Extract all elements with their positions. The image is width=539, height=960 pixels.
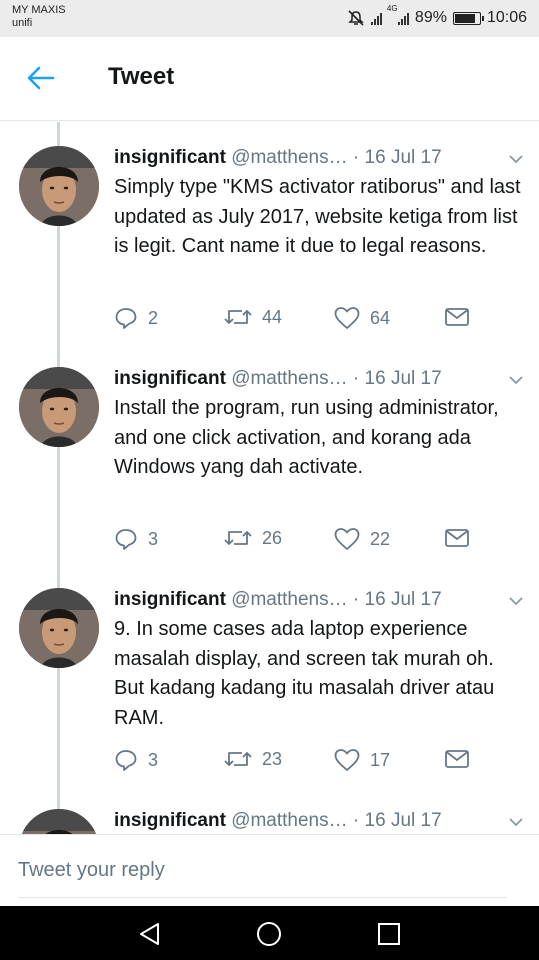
author-handle[interactable]: @matthens… <box>231 810 347 831</box>
battery-icon <box>452 11 484 25</box>
envelope-icon <box>445 750 469 768</box>
chevron-down-icon[interactable] <box>508 374 524 386</box>
envelope-icon <box>445 529 469 547</box>
tweet[interactable]: insignificant @matthens… · 16 Jul 17 9. … <box>0 564 539 785</box>
nav-recents-icon[interactable] <box>375 920 403 948</box>
tweet-meta: insignificant @matthens… · 16 Jul 17 <box>114 807 524 834</box>
tweet-text: Install the program, run using administr… <box>114 397 499 478</box>
reply-button[interactable]: 2 <box>114 306 158 330</box>
direct-message-button[interactable] <box>444 527 470 549</box>
like-count: 22 <box>370 528 391 549</box>
tweet-body: insignificant @matthens… · 16 Jul 17 9. … <box>114 586 524 733</box>
avatar[interactable] <box>19 809 99 834</box>
signal-4g-icon: 4G <box>387 4 409 25</box>
status-bar: MY MAXIS unifi 4G 89% 10:06 <box>0 0 539 37</box>
retweet-button[interactable]: 23 <box>224 748 282 770</box>
author-name[interactable]: insignificant <box>114 147 226 168</box>
separator: · <box>347 810 365 831</box>
retweet-count: 26 <box>262 527 283 548</box>
separator: · <box>347 589 365 610</box>
like-count: 17 <box>370 749 391 770</box>
tweet-date[interactable]: 16 Jul 17 <box>365 589 442 610</box>
tweet-body: insignificant @matthens… · 16 Jul 17 Sim… <box>114 144 524 262</box>
reply-icon <box>115 308 137 329</box>
retweet-icon <box>224 752 252 766</box>
tweet-body: insignificant @matthens… · 16 Jul 17 <box>114 807 524 834</box>
app-header: Tweet <box>0 37 539 121</box>
chevron-down-icon[interactable] <box>508 595 524 607</box>
author-handle[interactable]: @matthens… <box>231 147 347 168</box>
reply-count: 3 <box>148 528 159 549</box>
like-button[interactable]: 17 <box>334 748 390 772</box>
reply-bar: Tweet your reply <box>0 834 539 906</box>
tweet-actions: 3 23 17 <box>114 748 534 778</box>
tweet-actions: 3 26 22 <box>114 527 534 557</box>
status-icons: 4G 89% 10:06 <box>347 4 527 29</box>
author-name[interactable]: insignificant <box>114 368 226 389</box>
tweet-text: 9. In some cases ada laptop experience m… <box>114 618 495 729</box>
network-type-label: 4G <box>386 4 398 13</box>
heart-icon <box>334 749 360 771</box>
like-button[interactable]: 64 <box>334 306 390 330</box>
separator: · <box>347 368 365 389</box>
tweet-meta: insignificant @matthens… · 16 Jul 17 <box>114 365 524 393</box>
mute-icon <box>348 10 364 26</box>
arrow-left-icon[interactable] <box>26 64 56 92</box>
nav-home-icon[interactable] <box>255 920 283 948</box>
reply-icon <box>115 529 137 550</box>
carrier-name: MY MAXIS <box>12 4 66 16</box>
signal-icon <box>370 11 382 25</box>
reply-icon <box>115 750 137 771</box>
like-count: 64 <box>370 307 391 328</box>
author-name[interactable]: insignificant <box>114 589 226 610</box>
tweet-meta: insignificant @matthens… · 16 Jul 17 <box>114 144 524 172</box>
like-button[interactable]: 22 <box>334 527 390 551</box>
tweet[interactable]: insignificant @matthens… · 16 Jul 17 <box>0 785 539 834</box>
tweet-actions: 2 44 64 <box>114 306 534 336</box>
retweet-count: 23 <box>262 748 283 769</box>
carrier-info: MY MAXIS unifi <box>12 4 66 30</box>
heart-icon <box>334 528 360 550</box>
clock: 10:06 <box>486 9 527 26</box>
retweet-button[interactable]: 44 <box>224 306 282 328</box>
chevron-down-icon[interactable] <box>508 153 524 165</box>
tweet-date[interactable]: 16 Jul 17 <box>365 368 442 389</box>
nav-back-icon[interactable] <box>136 920 164 948</box>
tweet-date[interactable]: 16 Jul 17 <box>365 810 442 831</box>
heart-icon <box>334 307 360 329</box>
reply-count: 3 <box>148 749 159 770</box>
tweet-body: insignificant @matthens… · 16 Jul 17 Ins… <box>114 365 524 483</box>
reply-input[interactable]: Tweet your reply <box>18 859 165 882</box>
retweet-icon <box>224 531 252 545</box>
reply-button[interactable]: 3 <box>114 748 158 772</box>
retweet-button[interactable]: 26 <box>224 527 282 549</box>
system-navigation-bar <box>0 906 539 960</box>
avatar[interactable] <box>19 146 99 226</box>
tweet[interactable]: insignificant @matthens… · 16 Jul 17 Sim… <box>0 122 539 343</box>
network-name: unifi <box>12 17 33 29</box>
author-handle[interactable]: @matthens… <box>231 589 347 610</box>
tweet-text: Simply type "KMS activator ratiborus" an… <box>114 176 521 257</box>
reply-button[interactable]: 3 <box>114 527 158 551</box>
direct-message-button[interactable] <box>444 748 470 770</box>
tweet-date[interactable]: 16 Jul 17 <box>365 147 442 168</box>
battery-percent: 89% <box>414 9 447 26</box>
direct-message-button[interactable] <box>444 306 470 328</box>
tweet-meta: insignificant @matthens… · 16 Jul 17 <box>114 586 524 614</box>
avatar[interactable] <box>19 367 99 447</box>
separator: · <box>347 147 365 168</box>
avatar[interactable] <box>19 588 99 668</box>
tweet[interactable]: insignificant @matthens… · 16 Jul 17 Ins… <box>0 343 539 564</box>
reply-count: 2 <box>148 307 159 328</box>
envelope-icon <box>445 308 469 326</box>
chevron-down-icon[interactable] <box>508 816 524 828</box>
retweet-icon <box>224 310 252 324</box>
tweet-thread[interactable]: insignificant @matthens… · 16 Jul 17 Sim… <box>0 122 539 834</box>
retweet-count: 44 <box>262 306 283 327</box>
author-handle[interactable]: @matthens… <box>231 368 347 389</box>
page-title: Tweet <box>108 63 175 90</box>
author-name[interactable]: insignificant <box>114 810 226 831</box>
reply-input-underline <box>18 897 507 898</box>
